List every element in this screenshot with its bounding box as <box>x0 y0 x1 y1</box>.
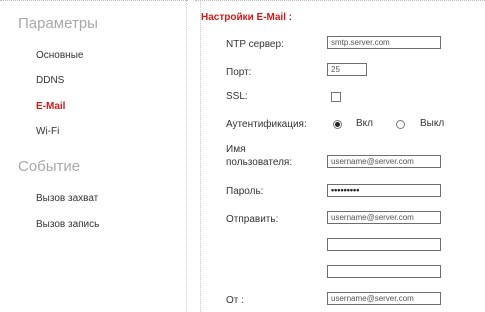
port-label: Порт: <box>226 67 252 78</box>
settings-window: Параметры Основные DDNS E-Mail Wi-Fi Соб… <box>0 0 485 312</box>
port-input[interactable]: 25 <box>327 63 367 76</box>
ssl-label: SSL: <box>226 91 248 102</box>
username-input[interactable]: username@server.com <box>327 155 441 168</box>
auth-label: Аутентификация: <box>226 119 307 130</box>
username-label-line1: Имя <box>226 144 246 155</box>
ntp-server-label: NTP сервер: <box>226 39 284 50</box>
sidebar-item-call-record[interactable]: Вызов запись <box>36 219 99 230</box>
sidebar-item-wifi[interactable]: Wi-Fi <box>36 126 59 137</box>
section-title: Настройки E-Mail : <box>201 12 293 23</box>
from-label: От : <box>226 295 244 306</box>
sidebar-item-email[interactable]: E-Mail <box>36 101 65 112</box>
sidebar-item-ddns[interactable]: DDNS <box>36 75 64 86</box>
password-input[interactable]: ••••••••• <box>327 184 441 197</box>
auth-off-radio[interactable] <box>396 120 405 129</box>
send-to-input-3[interactable] <box>327 265 441 278</box>
auth-on-radio[interactable] <box>333 120 342 129</box>
auth-off-label: Выкл <box>420 118 445 129</box>
sidebar-item-call-capture[interactable]: Вызов захват <box>36 193 98 204</box>
send-to-label: Отправить: <box>226 214 279 225</box>
ntp-server-input[interactable]: smtp.server.com <box>327 36 441 49</box>
username-label-line2: пользователя: <box>226 157 293 168</box>
password-label: Пароль: <box>226 186 264 197</box>
from-input[interactable]: username@server.com <box>327 292 441 305</box>
send-to-input-1[interactable]: username@server.com <box>327 211 441 224</box>
sidebar: Параметры Основные DDNS E-Mail Wi-Fi Соб… <box>0 0 187 312</box>
sidebar-header-events: Событие <box>18 158 81 175</box>
ssl-checkbox[interactable] <box>331 92 341 102</box>
auth-on-label: Вкл <box>356 118 373 129</box>
send-to-input-2[interactable] <box>327 238 441 251</box>
sidebar-item-basic[interactable]: Основные <box>36 50 83 61</box>
sidebar-header-parameters: Параметры <box>18 15 98 32</box>
